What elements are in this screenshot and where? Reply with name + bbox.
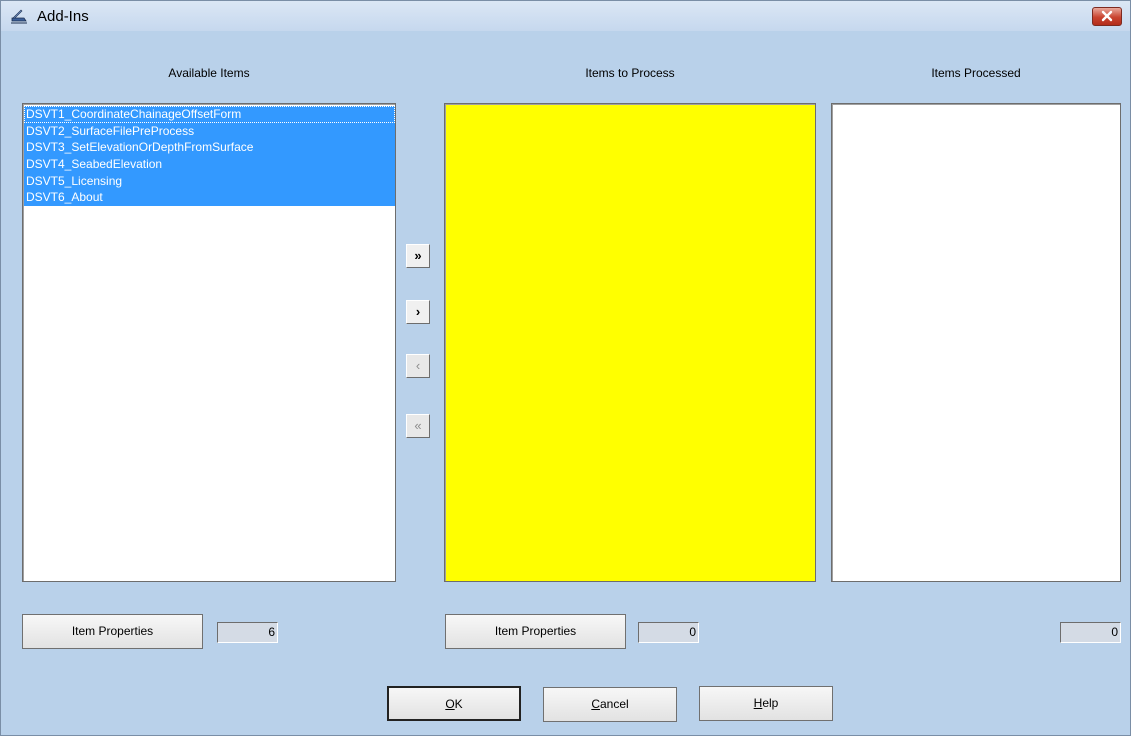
list-item[interactable]: DSVT3_SetElevationOrDepthFromSurface — [24, 139, 395, 157]
available-item-properties-button[interactable]: Item Properties — [22, 614, 203, 649]
process-item-properties-button[interactable]: Item Properties — [445, 614, 626, 649]
ok-button[interactable]: OK — [387, 686, 521, 721]
items-to-process-list[interactable] — [444, 103, 816, 582]
items-to-process-label: Items to Process — [585, 66, 675, 80]
remove-all-button[interactable]: « — [406, 414, 430, 438]
add-all-button[interactable]: » — [406, 244, 430, 268]
cancel-accelerator: C — [591, 697, 600, 711]
items-processed-list[interactable] — [831, 103, 1121, 582]
list-item[interactable]: DSVT4_SeabedElevation — [24, 156, 395, 173]
available-count: 6 — [217, 622, 278, 643]
cancel-button[interactable]: Cancel — [543, 687, 677, 722]
items-processed-label: Items Processed — [931, 66, 1021, 80]
window-title: Add-Ins — [37, 8, 89, 25]
ok-accelerator: O — [445, 697, 455, 711]
window-app-icon — [11, 9, 27, 24]
title-bar: Add-Ins — [1, 1, 1130, 31]
available-items-list[interactable]: DSVT1_CoordinateChainageOffsetForm DSVT2… — [22, 103, 396, 582]
list-item[interactable]: DSVT1_CoordinateChainageOffsetForm — [24, 106, 395, 123]
to-process-count: 0 — [638, 622, 699, 643]
help-label: elp — [762, 696, 779, 710]
close-icon — [1101, 10, 1113, 22]
add-ins-dialog: Add-Ins Available Items Items to Process… — [0, 0, 1131, 736]
help-button[interactable]: Help — [699, 686, 833, 721]
close-button[interactable] — [1092, 7, 1122, 26]
ok-label: K — [454, 697, 463, 711]
cancel-label: ancel — [599, 697, 629, 711]
add-button[interactable]: › — [406, 300, 430, 324]
list-item[interactable]: DSVT5_Licensing — [24, 172, 395, 190]
available-items-label: Available Items — [168, 66, 250, 80]
list-item[interactable]: DSVT2_SurfaceFilePreProcess — [24, 122, 395, 140]
processed-count: 0 — [1060, 622, 1121, 643]
remove-button[interactable]: ‹ — [406, 354, 430, 378]
list-item[interactable]: DSVT6_About — [24, 189, 395, 207]
